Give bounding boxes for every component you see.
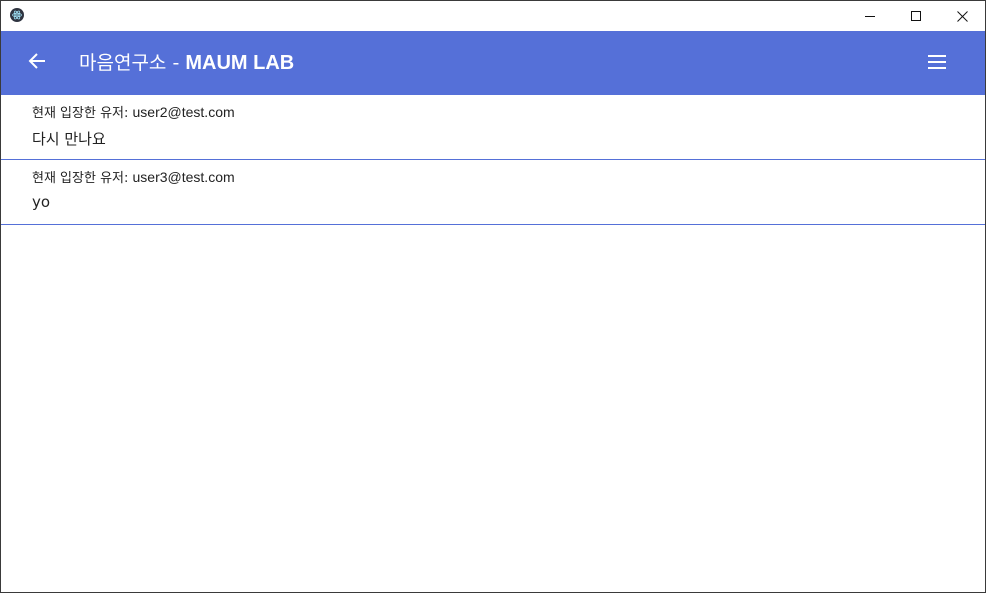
maximize-icon <box>911 11 921 21</box>
maximize-button[interactable] <box>893 1 939 31</box>
hamburger-menu-icon <box>928 54 946 73</box>
message-user-line: 현재 입장한 유저: user3@test.com <box>32 167 235 186</box>
message-user-email: user2@test.com <box>132 104 235 120</box>
arrow-left-icon <box>28 52 46 74</box>
back-button[interactable] <box>23 49 51 77</box>
window-titlebar[interactable] <box>1 1 985 31</box>
close-button[interactable] <box>939 1 985 31</box>
page-title-korean: 마음연구소 <box>79 52 167 74</box>
close-icon <box>956 10 968 22</box>
window-controls <box>847 1 985 31</box>
message-text: 다시 만나요 <box>32 130 106 148</box>
message-user-prefix: 현재 입장한 유저: <box>32 171 133 186</box>
app-header: 마음연구소 - MAUM LAB <box>1 31 985 95</box>
message-user-email: user3@test.com <box>132 169 235 185</box>
minimize-icon <box>865 11 875 21</box>
message-item: 현재 입장한 유저: user2@test.com 다시 만나요 <box>1 95 985 160</box>
page-title-separator: - <box>166 52 186 74</box>
page-title-english: MAUM LAB <box>185 52 295 74</box>
app-window: 마음연구소 - MAUM LAB 현재 입장한 유저: user2@test.c… <box>0 0 986 593</box>
message-list: 현재 입장한 유저: user2@test.com 다시 만나요 현재 입장한 … <box>1 95 985 225</box>
message-item: 현재 입장한 유저: user3@test.com yo <box>1 160 985 225</box>
message-user-line: 현재 입장한 유저: user2@test.com <box>32 102 235 121</box>
page-title: 마음연구소 - MAUM LAB <box>79 31 294 95</box>
message-user-prefix: 현재 입장한 유저: <box>32 106 133 121</box>
electron-atom-icon <box>10 8 24 22</box>
message-text: yo <box>32 193 51 211</box>
menu-button[interactable] <box>925 51 949 75</box>
minimize-button[interactable] <box>847 1 893 31</box>
